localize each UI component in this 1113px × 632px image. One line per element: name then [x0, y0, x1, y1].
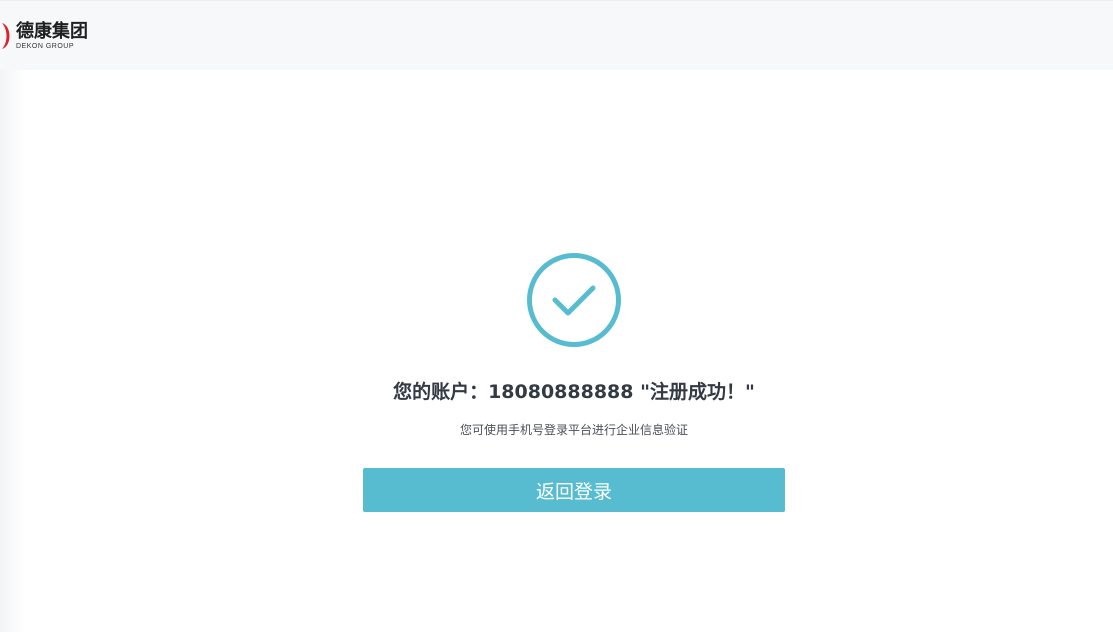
check-circle-icon	[527, 253, 621, 347]
back-to-login-button[interactable]: 返回登录	[363, 468, 785, 512]
success-subtitle: 您可使用手机号登录平台进行企业信息验证	[459, 423, 688, 437]
registration-success-page: 德康集团 DEKON GROUP 您的账户：18080888888 "注册成功！…	[0, 0, 1113, 632]
result-panel: 您的账户：18080888888 "注册成功！" 您可使用手机号登录平台进行企业…	[0, 0, 1113, 632]
success-title: 您的账户：18080888888 "注册成功！"	[393, 381, 755, 403]
